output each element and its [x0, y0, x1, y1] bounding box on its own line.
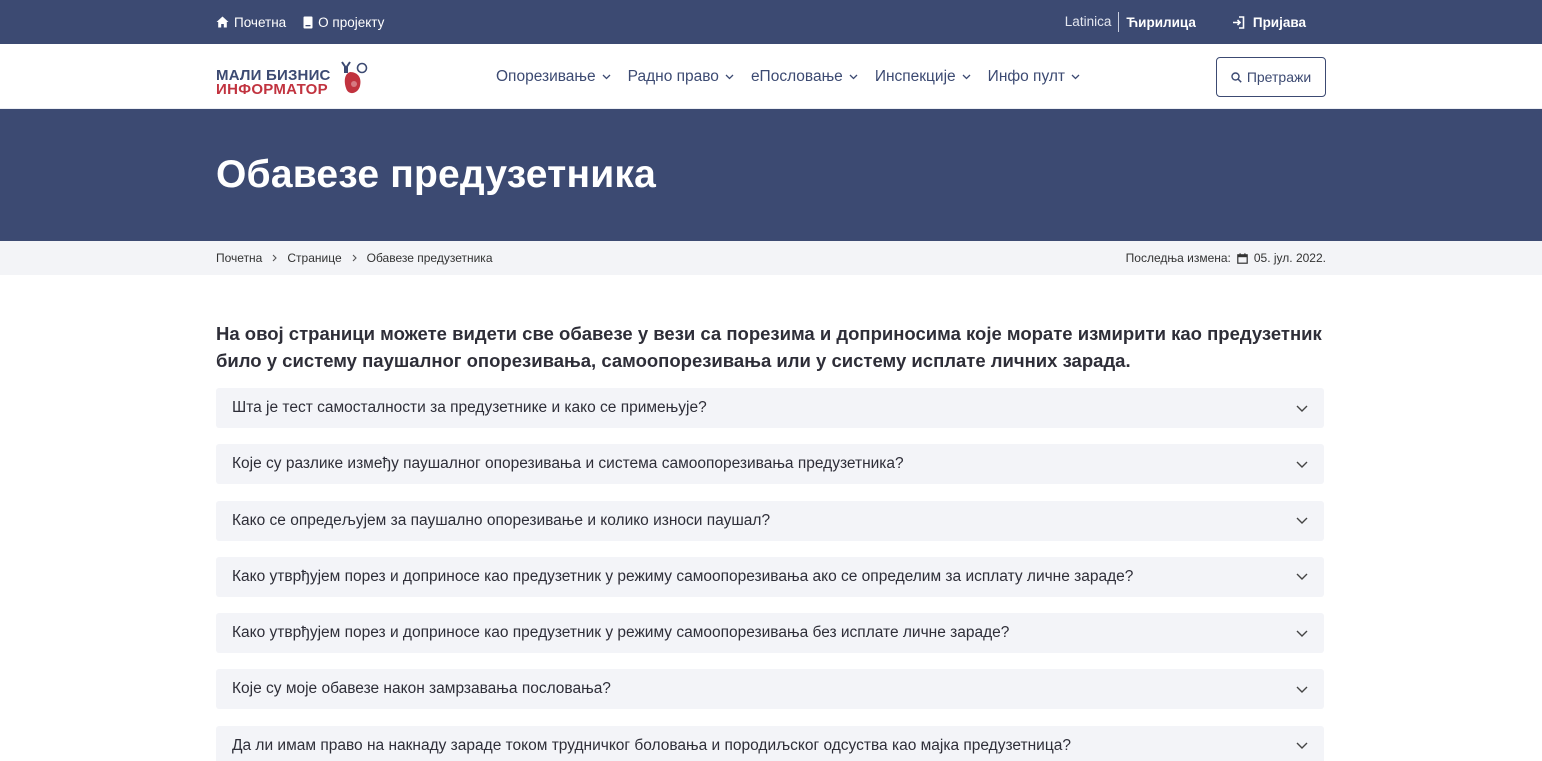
- breadcrumb-bar: Почетна Странице Обавезе предузетника По…: [0, 241, 1542, 275]
- menu-item-inspections[interactable]: Инспекције: [875, 68, 971, 86]
- home-icon: [216, 16, 229, 28]
- main-content: На овој страници можете видети све обаве…: [216, 320, 1326, 761]
- chevron-down-icon: [1296, 630, 1308, 637]
- faq-question: Да ли имам право на накнаду зараде током…: [232, 736, 1071, 754]
- chevron-down-icon: [1296, 742, 1308, 750]
- login-label: Пријава: [1252, 14, 1306, 30]
- chevron-down-icon: [602, 74, 611, 79]
- login-icon: [1232, 15, 1245, 29]
- faq-item[interactable]: Како утврђујем порез и доприносе као пре…: [216, 556, 1324, 597]
- faq-item[interactable]: Које су разлике између паушалног опорези…: [216, 444, 1324, 485]
- calendar-icon: [1237, 252, 1248, 264]
- language-cyrillic[interactable]: Ћирилица: [1119, 15, 1196, 30]
- faq-accordion: Шта је тест самосталности за предузетник…: [216, 388, 1326, 761]
- chevron-down-icon: [962, 74, 971, 79]
- faq-question: Које су разлике између паушалног опорези…: [232, 455, 904, 473]
- page-hero: Обавезе предузетника: [0, 109, 1542, 241]
- main-navbar: МАЛИ БИЗНИС ИНФОРМАТОР Опорезивање Радно…: [0, 44, 1542, 109]
- search-button[interactable]: Претражи: [1216, 57, 1326, 97]
- faq-item[interactable]: Које су моје обавезе након замрзавања по…: [216, 669, 1324, 710]
- menu-item-label: Инфо пулт: [987, 67, 1065, 85]
- faq-question: Како се опредељујем за паушално опорезив…: [232, 511, 771, 529]
- language-latin[interactable]: Latinica: [1065, 12, 1120, 32]
- faq-item[interactable]: Шта је тест самосталности за предузетник…: [216, 388, 1324, 428]
- chevron-down-icon: [1296, 517, 1308, 525]
- menu-item-labor-law[interactable]: Радно право: [628, 68, 734, 86]
- top-bar: Почетна О пројекту Latinica Ћирилица При…: [0, 0, 1542, 44]
- chevron-down-icon: [1296, 461, 1308, 468]
- faq-question: Које су моје обавезе након замрзавања по…: [232, 680, 611, 698]
- faq-question: Како утврђујем порез и доприносе као пре…: [232, 567, 1134, 585]
- page-title: Обавезе предузетника: [216, 153, 657, 196]
- faq-question: Шта је тест самосталности за предузетник…: [232, 399, 707, 416]
- faq-item[interactable]: Да ли имам право на накнаду зараде током…: [216, 725, 1324, 761]
- menu-item-label: еПословање: [750, 67, 843, 85]
- faq-question: Како утврђујем порез и доприносе као пре…: [232, 624, 1010, 642]
- breadcrumb: Почетна Странице Обавезе предузетника: [216, 251, 493, 265]
- chevron-down-icon: [1296, 686, 1308, 693]
- document-icon: [303, 16, 313, 28]
- menu-item-taxation[interactable]: Опорезивање: [496, 68, 611, 86]
- last-modified-label: Последња измена:: [1125, 251, 1231, 265]
- menu-item-ebusiness[interactable]: еПословање: [751, 68, 858, 86]
- faq-item[interactable]: Како се опредељујем за паушално опорезив…: [216, 500, 1324, 541]
- menu-item-info-desk[interactable]: Инфо пулт: [988, 68, 1080, 86]
- chevron-down-icon: [1296, 405, 1308, 412]
- menu-item-label: Радно право: [627, 67, 719, 85]
- intro-text: На овој страници можете видети све обаве…: [216, 323, 1322, 371]
- search-button-label: Претражи: [1246, 69, 1312, 85]
- breadcrumb-current: Обавезе предузетника: [366, 251, 493, 265]
- home-link-label: Почетна: [234, 14, 287, 30]
- menu-item-label: Инспекције: [874, 67, 956, 85]
- breadcrumb-pages[interactable]: Странице: [287, 251, 341, 265]
- chevron-right-icon: [352, 254, 357, 262]
- site-logo[interactable]: МАЛИ БИЗНИС ИНФОРМАТОР: [216, 55, 368, 99]
- last-modified: Последња измена: 05. јул. 2022.: [1126, 251, 1326, 265]
- breadcrumb-home[interactable]: Почетна: [216, 251, 262, 265]
- logo-line2: ИНФОРМАТОР: [216, 80, 328, 98]
- chevron-right-icon: [272, 254, 278, 262]
- chevron-down-icon: [849, 74, 858, 79]
- chevron-down-icon: [725, 74, 734, 79]
- search-icon: [1231, 71, 1242, 83]
- login-link[interactable]: Пријава: [1232, 15, 1306, 30]
- chevron-down-icon: [1071, 74, 1080, 79]
- logo-mark-icon: [341, 60, 368, 93]
- about-link[interactable]: О пројекту: [303, 15, 384, 30]
- chevron-down-icon: [1296, 573, 1308, 581]
- faq-item[interactable]: Како утврђујем порез и доприносе као пре…: [216, 613, 1324, 654]
- menu-item-label: Опорезивање: [496, 67, 596, 85]
- about-link-label: О пројекту: [318, 14, 385, 30]
- last-modified-date: 05. јул. 2022.: [1253, 251, 1326, 265]
- home-link[interactable]: Почетна: [216, 15, 286, 30]
- main-menu: Опорезивање Радно право еПословање Инспе…: [496, 68, 1097, 86]
